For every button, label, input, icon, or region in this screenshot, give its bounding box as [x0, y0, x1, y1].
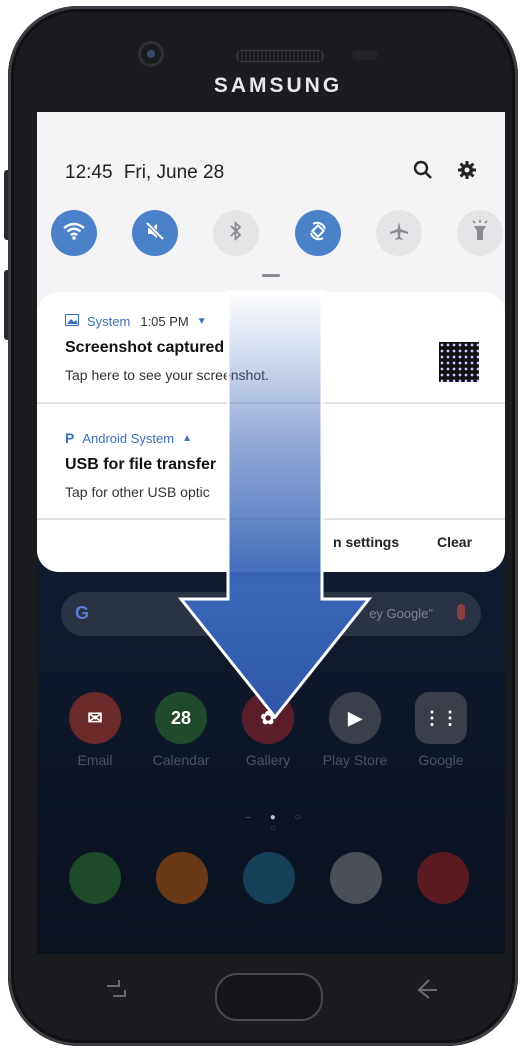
app-label: Calendar	[152, 752, 210, 768]
notification-title: USB for file transfer	[65, 456, 217, 473]
email-icon: ✉	[69, 692, 121, 744]
sound-toggle[interactable]	[132, 210, 179, 256]
clock-time: 12:45	[65, 162, 113, 183]
mute-icon	[144, 220, 166, 247]
panel-drag-handle[interactable]	[262, 274, 280, 277]
contacts-app-icon[interactable]	[156, 852, 208, 904]
android-system-icon: P	[65, 430, 75, 446]
divider	[37, 518, 505, 520]
app-label: Google	[418, 752, 464, 768]
notification-body: Tap here to see your screenshot.	[65, 367, 269, 383]
auto-rotate-toggle[interactable]	[294, 210, 341, 256]
calendar-day: 28	[170, 707, 192, 728]
notification-screenshot[interactable]: System 1:05 PM ▼ Screenshot captured Tap…	[65, 314, 485, 383]
google-search-bar[interactable]: G ey Google"	[61, 592, 481, 636]
chevron-down-icon[interactable]: ▼	[197, 316, 207, 327]
search-icon[interactable]	[413, 160, 433, 186]
clock-date: Fri, June 28	[123, 162, 225, 183]
hardware-nav-bar	[37, 958, 505, 1028]
app-label: Email	[77, 752, 113, 768]
notification-settings-button[interactable]: n settings	[333, 534, 399, 550]
mic-icon[interactable]	[457, 604, 465, 620]
google-folder-icon: ⋮⋮	[415, 692, 467, 744]
notification-title: Screenshot captured	[65, 339, 225, 356]
divider	[37, 402, 505, 404]
page-indicator: – ● ○ ○	[245, 812, 309, 834]
quick-settings-row	[51, 210, 503, 256]
app-label: Gallery	[245, 752, 291, 768]
chrome-app-icon[interactable]	[330, 852, 382, 904]
app-label: Play Store	[322, 752, 388, 768]
notification-time: 1:05 PM	[140, 314, 189, 329]
gallery-icon: ✿	[242, 692, 294, 744]
flashlight-toggle[interactable]	[456, 210, 503, 256]
screenshot-thumbnail[interactable]	[439, 342, 479, 382]
flashlight-icon	[471, 219, 489, 247]
camera-app-icon[interactable]	[417, 852, 469, 904]
airplane-icon	[388, 220, 410, 247]
app-email[interactable]: ✉ Email	[55, 692, 135, 768]
image-icon	[65, 314, 79, 329]
notification-body: Tap for other USB optic	[65, 484, 210, 500]
notification-header: P Android System ▲	[65, 430, 485, 446]
notification-panel: 12:45 Fri, June 28 System 1:05 PM ▼ Scre…	[37, 112, 505, 572]
bluetooth-icon	[228, 220, 244, 247]
google-g-icon: G	[75, 603, 90, 623]
status-datetime: 12:45 Fri, June 28	[65, 162, 224, 184]
app-gallery[interactable]: ✿ Gallery	[228, 692, 308, 768]
gear-icon[interactable]	[457, 160, 477, 186]
notification-card: System 1:05 PM ▼ Screenshot captured Tap…	[37, 292, 505, 572]
app-google[interactable]: ⋮⋮ Google	[401, 692, 481, 768]
brand-logo: SAMSUNG	[213, 74, 343, 97]
recent-apps-icon[interactable]	[105, 976, 127, 1007]
wifi-toggle[interactable]	[51, 210, 97, 256]
notification-app-name: Android System	[82, 430, 175, 446]
airplane-toggle[interactable]	[375, 210, 422, 256]
home-button[interactable]	[215, 973, 323, 1021]
notification-usb[interactable]: P Android System ▲ USB for file transfer…	[65, 430, 485, 500]
wifi-icon	[62, 221, 86, 246]
phone-app-icon[interactable]	[69, 852, 121, 904]
messages-app-icon[interactable]	[243, 852, 295, 904]
earpiece-speaker	[236, 50, 324, 62]
play-store-icon: ▶	[329, 692, 381, 744]
chevron-up-icon[interactable]: ▲	[182, 433, 192, 444]
clear-button[interactable]: Clear	[437, 534, 472, 550]
app-calendar[interactable]: 28 Calendar	[141, 692, 221, 768]
back-icon[interactable]	[415, 976, 439, 1007]
notification-header: System 1:05 PM ▼	[65, 314, 485, 329]
search-hint: ey Google"	[369, 606, 433, 621]
notification-app-name: System	[87, 314, 131, 329]
front-camera	[141, 44, 161, 64]
screen: G ey Google" ✉ Email 28 Calendar ✿ Galle…	[37, 112, 505, 954]
bluetooth-toggle[interactable]	[213, 210, 260, 256]
app-play-store[interactable]: ▶ Play Store	[315, 692, 395, 768]
rotate-icon	[307, 220, 329, 247]
proximity-sensor	[352, 50, 378, 60]
calendar-icon: 28	[155, 692, 207, 744]
